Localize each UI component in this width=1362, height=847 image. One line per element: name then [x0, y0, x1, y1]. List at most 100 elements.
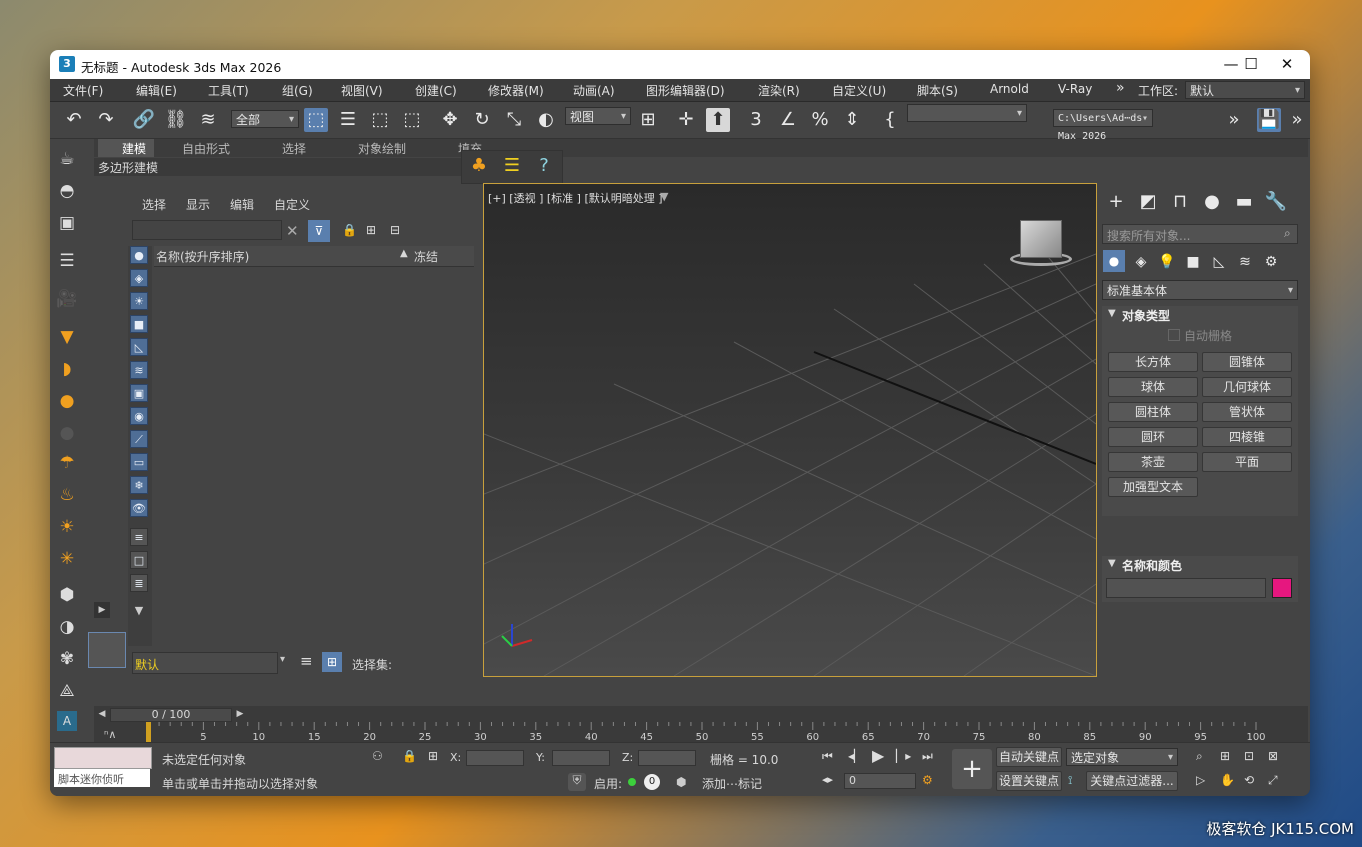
reference-coord-dropdown[interactable]: 视图 — [565, 107, 631, 126]
zoom-extents-all-icon[interactable]: ⊠ — [1268, 749, 1278, 763]
filter-icon[interactable]: ⊽ — [308, 220, 330, 242]
scene-menu-select[interactable]: 选择 — [142, 196, 166, 213]
populate-icon[interactable]: ♣ — [467, 154, 491, 178]
filter-hidden-icon[interactable]: 👁 — [130, 499, 148, 517]
col-freeze-header[interactable]: 冻结 — [414, 248, 438, 265]
scene-menu-edit[interactable]: 编辑 — [230, 196, 254, 213]
hierarchy-view-icon[interactable]: ⊞ — [322, 652, 342, 672]
redo-icon[interactable]: ↷ — [94, 108, 118, 132]
time-slider-prev-icon[interactable]: ◀ — [96, 709, 108, 721]
viewport-layout-tab[interactable] — [88, 632, 126, 668]
filter-groups-icon[interactable]: ▣ — [130, 384, 148, 402]
helper-icon[interactable]: ⟁ — [55, 679, 79, 703]
hierarchy-tab-icon[interactable]: ⊓ — [1168, 190, 1192, 214]
project-path-dropdown[interactable]: C:\Users\Ad⋯ds Max 2026 — [1053, 109, 1153, 142]
funnel-icon[interactable]: ▼ — [130, 602, 148, 620]
rectangular-selection-icon[interactable]: ⬚ — [368, 108, 392, 132]
current-frame-input[interactable]: 0 — [844, 773, 916, 789]
maximize-viewport-icon[interactable]: ⤢ — [1268, 773, 1278, 788]
close-button[interactable]: ✕ — [1264, 50, 1310, 79]
goto-start-icon[interactable]: ⏮ — [822, 749, 833, 764]
filter-xrefs-icon[interactable]: ◉ — [130, 407, 148, 425]
menu-edit[interactable]: 编辑(E) — [136, 82, 177, 99]
perspective-viewport[interactable]: [+] [透视 ] [标准 ] [默认明暗处理 ] ▼ — [483, 183, 1097, 677]
menu-view[interactable]: 视图(V) — [341, 82, 383, 99]
clear-search-icon[interactable]: ✕ — [286, 222, 299, 240]
z-coord-input[interactable] — [638, 750, 696, 766]
scene-search-input[interactable] — [132, 220, 282, 240]
scene-menu-display[interactable]: 显示 — [186, 196, 210, 213]
rollout-collapse-icon[interactable]: ▼ — [1108, 558, 1116, 569]
placement-icon[interactable]: ◐ — [534, 108, 558, 132]
cube-icon[interactable]: ⬢ — [55, 583, 79, 607]
object-search-input[interactable]: 搜索所有对象... — [1102, 224, 1298, 244]
isolate-selection-icon[interactable]: ⚇ — [372, 749, 383, 763]
tab-freeform[interactable]: 自由形式 — [182, 140, 230, 157]
object-name-input[interactable] — [1106, 578, 1266, 598]
spinner-snap-icon[interactable]: ⇕ — [840, 108, 864, 132]
filter-invert-icon[interactable]: ≣ — [130, 574, 148, 592]
filter-frozen-icon[interactable]: ❄ — [130, 476, 148, 494]
y-coord-input[interactable] — [552, 750, 610, 766]
mesh-light-icon[interactable]: ♨ — [55, 483, 79, 507]
key-target-dropdown[interactable]: 选定对象 — [1066, 748, 1178, 767]
time-slider[interactable]: 0 / 100 — [110, 708, 232, 722]
cube-tag-icon[interactable]: ⬢ — [676, 775, 686, 789]
ribbon-polygon-modeling[interactable]: 多边形建模 — [98, 159, 158, 176]
menu-graph-editors[interactable]: 图形编辑器(D) — [646, 82, 725, 99]
material-ball-icon[interactable]: ◑ — [55, 615, 79, 639]
add-time-tag[interactable]: 添加⋯标记 — [702, 775, 762, 792]
camera-icon[interactable]: 🎥 — [55, 287, 79, 311]
select-by-name-icon[interactable]: ☰ — [336, 108, 360, 132]
sphere-button[interactable]: 球体 — [1108, 377, 1198, 397]
time-config-icon[interactable]: ⚙ — [922, 773, 933, 787]
umbrella-light-icon[interactable]: ☂ — [55, 451, 79, 475]
link-icon[interactable]: 🔗 — [132, 108, 156, 132]
orbit-icon[interactable]: ⟲ — [1244, 773, 1254, 787]
motion-tab-icon[interactable]: ● — [1200, 190, 1224, 214]
toolbar-overflow-right-icon[interactable]: » — [1285, 108, 1309, 132]
maxscript-listener-input[interactable] — [54, 747, 152, 769]
named-selection-icon[interactable]: { — [878, 108, 902, 132]
field-of-view-icon[interactable]: ▷ — [1196, 773, 1205, 787]
filter-spacewarps-icon[interactable]: ≋ — [130, 361, 148, 379]
menu-group[interactable]: 组(G) — [282, 82, 313, 99]
hierarchy-alt-icon[interactable]: ⊟ — [390, 223, 400, 237]
save-icon[interactable]: 💾 — [1257, 108, 1281, 132]
teapot-button[interactable]: 茶壶 — [1108, 452, 1198, 472]
named-selection-dropdown[interactable] — [907, 104, 1027, 123]
menu-overflow-icon[interactable]: » — [1116, 80, 1125, 96]
filter-cameras-icon[interactable]: ■ — [130, 315, 148, 333]
keyboard-shortcut-icon[interactable]: ⬆ — [706, 108, 730, 132]
set-key-big-icon[interactable]: + — [952, 749, 992, 789]
curve-editor-icon[interactable]: ⁿ∧ — [104, 728, 116, 741]
viewcube-icon[interactable] — [1004, 216, 1078, 272]
create-tab-icon[interactable]: + — [1104, 190, 1128, 214]
scene-explorer-icon[interactable]: ☰ — [500, 154, 524, 178]
systems-category-icon[interactable]: ⚙ — [1259, 250, 1283, 274]
menu-modifiers[interactable]: 修改器(M) — [488, 82, 544, 99]
shapes-category-icon[interactable]: ◈ — [1129, 250, 1153, 274]
timeline-ruler[interactable]: 0510152025303540455055606570758085909510… — [146, 722, 1266, 742]
tab-modeling[interactable]: 建模 — [122, 140, 146, 157]
workspace-dropdown[interactable]: 默认 — [1185, 81, 1305, 100]
bind-spacewarp-icon[interactable]: ≋ — [196, 108, 220, 132]
menu-customize[interactable]: 自定义(U) — [832, 82, 886, 99]
hierarchy-icon[interactable]: ⊞ — [366, 223, 376, 237]
pan-icon[interactable]: ✋ — [1220, 773, 1235, 787]
zoom-icon[interactable]: ⌕ — [1196, 749, 1203, 764]
disc-light-icon[interactable]: ● — [55, 421, 79, 445]
percent-snap-icon[interactable]: % — [808, 108, 832, 132]
sphere-icon[interactable]: ◓ — [55, 179, 79, 203]
col-name-header[interactable]: 名称(按升序排序) — [156, 248, 249, 265]
textplus-button[interactable]: 加强型文本 — [1108, 477, 1198, 497]
x-coord-input[interactable] — [466, 750, 524, 766]
spacewarps-category-icon[interactable]: ≋ — [1233, 250, 1257, 274]
menu-tools[interactable]: 工具(T) — [208, 82, 249, 99]
angle-snap-icon[interactable]: ∠ — [776, 108, 800, 132]
play-icon[interactable]: ▶ — [872, 746, 884, 765]
helpers-category-icon[interactable]: ◺ — [1207, 250, 1231, 274]
time-slider-next-icon[interactable]: ▶ — [234, 709, 246, 721]
help-icon[interactable]: ? — [532, 154, 556, 178]
filter-lights-icon[interactable]: ☀ — [130, 292, 148, 310]
